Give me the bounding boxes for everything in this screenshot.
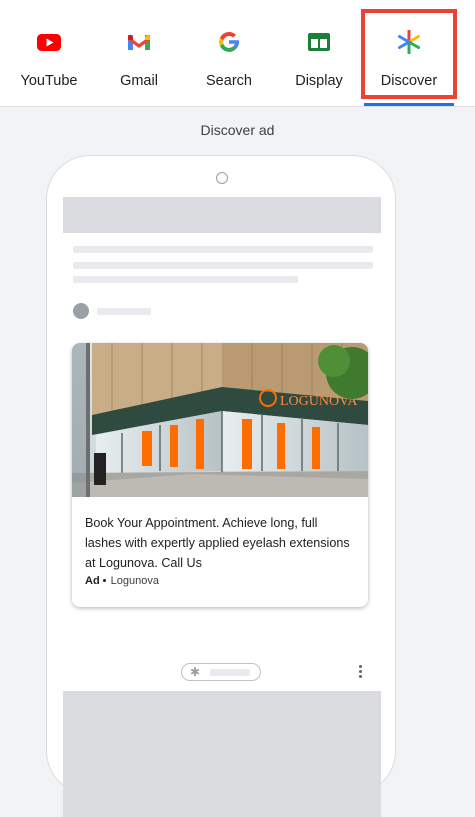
phone-screen: LOGUNOVA Book Your Appointment. Achieve … bbox=[63, 197, 381, 817]
tab-display[interactable]: Display bbox=[274, 0, 364, 106]
advertiser-name: Logunova bbox=[110, 575, 159, 587]
placeholder-line bbox=[97, 308, 151, 315]
display-icon bbox=[308, 33, 330, 51]
ad-image-storefront: LOGUNOVA bbox=[72, 343, 368, 497]
youtube-icon bbox=[37, 34, 61, 51]
ad-preview-tabs: YouTube Gmail Search Display Discover bbox=[0, 0, 475, 107]
placeholder-header bbox=[63, 197, 381, 233]
tab-label: YouTube bbox=[20, 73, 78, 89]
discover-ad-card[interactable]: LOGUNOVA Book Your Appointment. Achieve … bbox=[72, 343, 368, 607]
phone-mockup: LOGUNOVA Book Your Appointment. Achieve … bbox=[46, 155, 396, 817]
active-tab-indicator bbox=[364, 103, 454, 106]
placeholder-line bbox=[73, 276, 298, 283]
more-vert-icon[interactable] bbox=[359, 665, 363, 681]
tab-label: Search bbox=[206, 73, 252, 89]
tab-discover[interactable]: Discover bbox=[364, 0, 454, 106]
phone-camera bbox=[216, 172, 228, 184]
gmail-icon bbox=[128, 34, 150, 50]
separator-dot bbox=[102, 579, 106, 583]
discover-star-icon: ✱ bbox=[190, 665, 201, 679]
tab-label: Discover bbox=[380, 73, 438, 89]
discover-pill: ✱ bbox=[181, 663, 261, 681]
tab-label: Display bbox=[295, 73, 343, 89]
tab-youtube[interactable]: YouTube bbox=[4, 0, 94, 106]
ad-badge: Ad bbox=[85, 575, 100, 587]
google-icon bbox=[219, 31, 239, 52]
ad-description: Book Your Appointment. Achieve long, ful… bbox=[85, 516, 350, 570]
section-label: Discover ad bbox=[200, 122, 275, 138]
tab-gmail[interactable]: Gmail bbox=[94, 0, 184, 106]
ad-attribution: Ad Logunova bbox=[85, 575, 159, 587]
placeholder-line bbox=[73, 246, 373, 253]
placeholder-avatar bbox=[73, 303, 89, 319]
discover-icon bbox=[398, 30, 420, 54]
placeholder-line bbox=[73, 262, 373, 269]
tab-search[interactable]: Search bbox=[184, 0, 274, 106]
placeholder-line bbox=[210, 669, 250, 676]
placeholder-footer bbox=[63, 691, 381, 817]
tab-label: Gmail bbox=[120, 73, 158, 89]
